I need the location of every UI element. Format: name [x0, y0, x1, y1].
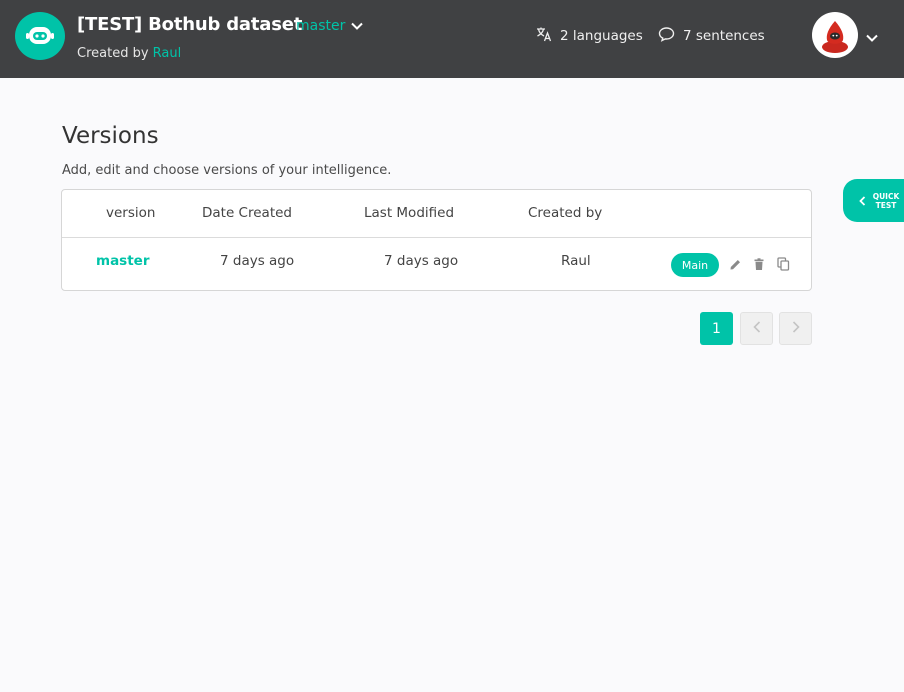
versions-table: version Date Created Last Modified Creat…: [61, 189, 812, 291]
pagination-prev-button[interactable]: [740, 312, 773, 345]
languages-count: 2 languages: [536, 26, 643, 46]
version-name-link[interactable]: master: [96, 253, 149, 269]
page-title: Versions: [62, 123, 159, 149]
branch-selector[interactable]: master: [296, 18, 364, 34]
branch-label: master: [296, 18, 346, 34]
sentences-count: 7 sentences: [658, 26, 765, 46]
pagination-next-button[interactable]: [779, 312, 812, 345]
page-subtitle: Add, edit and choose versions of your in…: [62, 163, 392, 178]
table-header: version Date Created Last Modified Creat…: [62, 190, 811, 238]
chat-icon: [658, 26, 675, 46]
top-header: [TEST] Bothub dataset master Created by …: [0, 0, 904, 78]
created-by-prefix: Created by: [77, 46, 149, 61]
edit-icon[interactable]: [727, 256, 743, 272]
user-avatar-icon[interactable]: [812, 12, 858, 58]
created-by-cell: Raul: [561, 253, 591, 269]
main-version-badge: Main: [671, 253, 719, 277]
column-header-created-by[interactable]: Created by: [528, 205, 602, 221]
quick-test-label: QUICK TEST: [872, 191, 900, 210]
trash-icon[interactable]: [751, 256, 767, 272]
date-created-cell: 7 days ago: [220, 253, 295, 269]
bot-logo-icon[interactable]: [15, 12, 65, 60]
chevron-left-icon: [859, 191, 866, 210]
chevron-right-icon: [792, 320, 800, 337]
created-by-user-link[interactable]: Raul: [153, 46, 182, 61]
quick-test-tab[interactable]: QUICK TEST: [843, 179, 904, 222]
last-modified-cell: 7 days ago: [384, 253, 459, 269]
repository-title: [TEST] Bothub dataset: [77, 14, 303, 35]
languages-label: 2 languages: [560, 28, 643, 44]
pagination-page-1[interactable]: 1: [700, 312, 733, 345]
column-header-last-modified[interactable]: Last Modified: [364, 205, 454, 221]
chevron-down-icon: [351, 18, 364, 34]
column-header-version[interactable]: version: [106, 205, 155, 221]
chevron-left-icon: [752, 320, 761, 337]
copy-icon[interactable]: [775, 256, 791, 272]
created-by: Created by Raul: [77, 46, 181, 61]
account-menu-chevron-icon[interactable]: [866, 27, 878, 46]
column-header-date-created[interactable]: Date Created: [202, 205, 292, 221]
table-row: master 7 days ago 7 days ago Raul Main: [62, 238, 811, 291]
sentences-label: 7 sentences: [683, 28, 765, 44]
translate-icon: [536, 26, 552, 46]
